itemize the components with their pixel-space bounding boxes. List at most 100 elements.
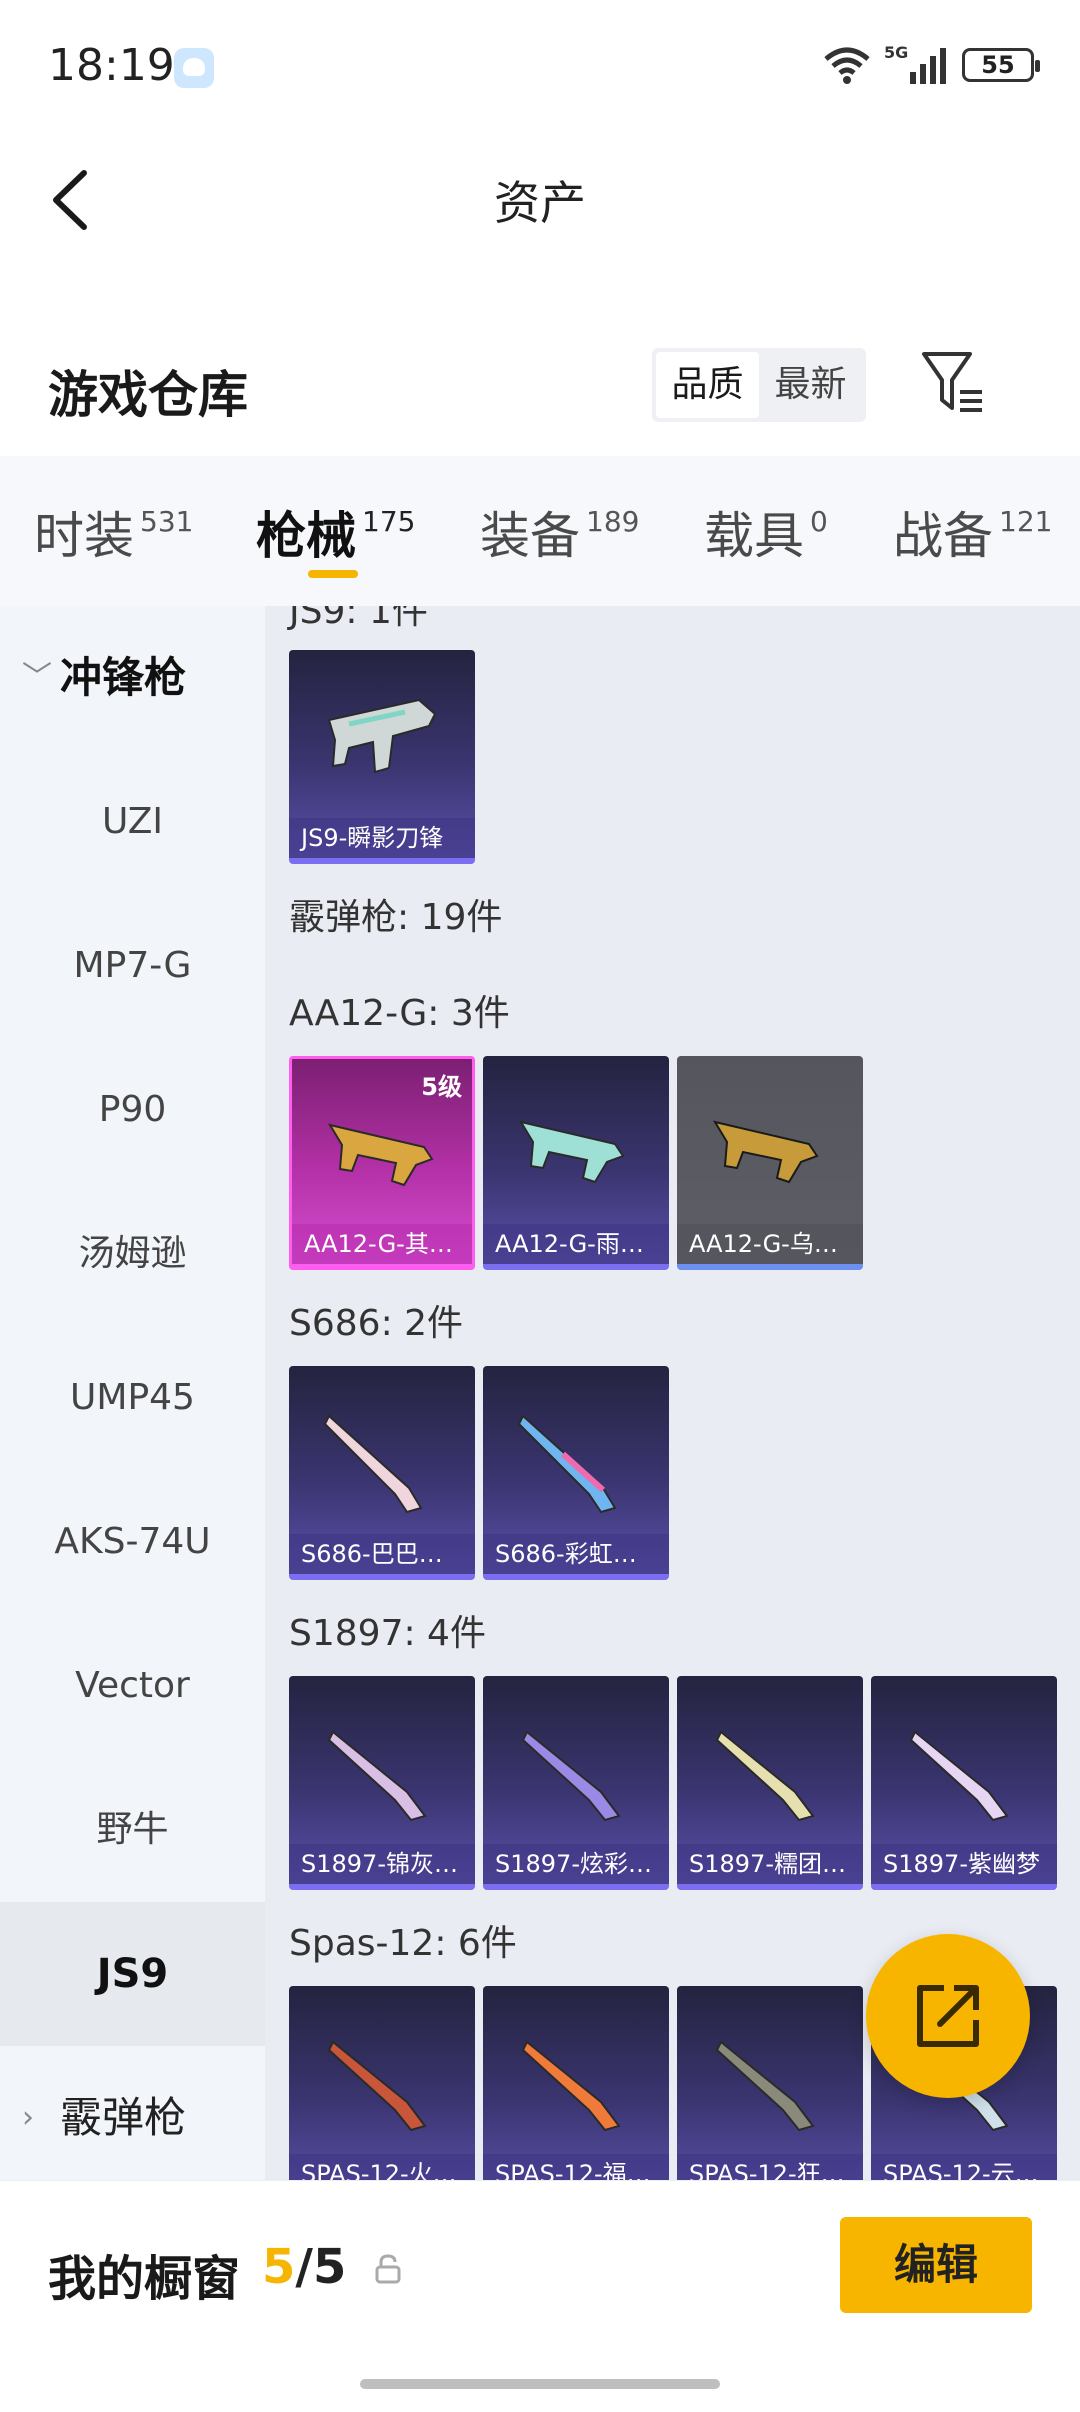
sidebar-item-uzi[interactable]: UZI [0, 750, 265, 894]
weapon-name: S1897-糯团… [677, 1844, 863, 1884]
weapon-name: JS9-瞬影刀锋 [289, 818, 475, 858]
weapon-card[interactable]: S686-彩虹符… [483, 1366, 669, 1580]
group-label-spas12: Spas-12: 6件 [289, 1923, 517, 1964]
shotgun-icon [327, 1730, 427, 1822]
showcase-bar: 我的橱窗 5/5 编辑 [0, 2180, 1080, 2412]
shotgun-icon [521, 1730, 621, 1822]
battery-indicator: 55 [962, 48, 1040, 82]
sidebar-category-label: 冲锋枪 [60, 653, 187, 702]
shotgun-icon [327, 2040, 427, 2132]
weapon-name: SPAS-12-云… [871, 2154, 1057, 2180]
sidebar-item-thompson[interactable]: 汤姆逊 [0, 1182, 265, 1326]
shotgun-icon [517, 1414, 617, 1514]
chevron-down-icon: ﹀ [22, 660, 52, 695]
tab-fashion[interactable]: 时装 531 [34, 496, 193, 568]
edit-button[interactable]: 编辑 [840, 2217, 1032, 2313]
group-label-js9: JS9: 1件 [289, 606, 428, 632]
weapon-card[interactable]: S1897-炫彩… [483, 1676, 669, 1890]
showcase-count: 5/5 [262, 2239, 346, 2295]
weapon-card[interactable]: SPAS-12-火… [289, 1986, 475, 2180]
tab-count: 121 [999, 505, 1053, 538]
sidebar-item-mp7g[interactable]: MP7-G [0, 894, 265, 1038]
warehouse-title: 游戏仓库 [48, 366, 248, 424]
showcase-current: 5 [262, 2239, 296, 2295]
app-notification-icon [174, 48, 214, 88]
weapon-name: S1897-锦灰… [289, 1844, 475, 1884]
status-time: 18:19 [48, 40, 175, 91]
page-title: 资产 [494, 176, 586, 230]
shotgun-icon [909, 1730, 1009, 1822]
showcase-label: 我的橱窗 [48, 2251, 241, 2307]
sidebar-category-smg[interactable]: ﹀ 冲锋枪 [0, 606, 265, 750]
tab-label: 装备 [480, 507, 580, 565]
sidebar-item-p90[interactable]: P90 [0, 1038, 265, 1182]
share-external-icon [917, 1985, 979, 2047]
group-label-s686: S686: 2件 [289, 1303, 464, 1344]
network-type-label: 5G [884, 44, 908, 62]
warehouse-header: 游戏仓库 品质 最新 [0, 330, 1080, 450]
group-label-aa12g: AA12-G: 3件 [289, 993, 510, 1034]
weapon-card[interactable]: S1897-锦灰… [289, 1676, 475, 1890]
tab-label: 载具 [704, 507, 804, 565]
shotgun-icon [715, 1730, 815, 1822]
weapon-card[interactable]: AA12-G-雨… [483, 1056, 669, 1270]
weapon-name: AA12-G-乌… [677, 1224, 863, 1264]
weapon-card[interactable]: JS9-瞬影刀锋 [289, 650, 475, 864]
smg-icon [327, 698, 437, 774]
category-tabs: 时装 531 枪械 175 装备 189 载具 0 战备 121 [0, 456, 1080, 606]
shotgun-section-label: 霰弹枪: 19件 [289, 897, 503, 938]
tab-firearms[interactable]: 枪械 175 [256, 496, 415, 568]
tab-tactical[interactable]: 战备 121 [893, 496, 1052, 568]
status-bar: 18:19 5G 55 [0, 0, 1080, 135]
weapon-name: SPAS-12-狂… [677, 2154, 863, 2180]
weapon-card[interactable]: AA12-G-乌… [677, 1056, 863, 1270]
filter-icon[interactable] [920, 348, 986, 418]
lock-icon [375, 2254, 401, 2284]
tab-label: 枪械 [256, 507, 356, 565]
shotgun-icon [518, 1120, 625, 1184]
weapon-name: SPAS-12-火… [289, 2154, 475, 2180]
group-label-s1897: S1897: 4件 [289, 1613, 486, 1654]
tab-label: 时装 [34, 507, 134, 565]
weapon-name: S686-巴巴如… [289, 1534, 475, 1574]
weapon-card[interactable]: SPAS-12-狂… [677, 1986, 863, 2180]
sidebar-item-vector[interactable]: Vector [0, 1614, 265, 1758]
signal-icon: 5G [884, 44, 946, 84]
showcase-total: /5 [295, 2239, 347, 2295]
weapon-card[interactable]: 5级 AA12-G-其… [289, 1056, 475, 1270]
sort-newest-button[interactable]: 最新 [759, 352, 862, 418]
weapon-name: AA12-G-雨… [483, 1224, 669, 1264]
shotgun-icon [715, 2040, 815, 2132]
status-icons: 5G 55 [822, 44, 1040, 86]
sidebar-item-aks74u[interactable]: AKS-74U [0, 1470, 265, 1614]
tab-count: 189 [586, 505, 640, 538]
sidebar-category-shotgun[interactable]: › 霰弹枪 [0, 2046, 265, 2180]
weapon-name: S686-彩虹符… [483, 1534, 669, 1574]
weapon-name: S1897-紫幽梦 [871, 1844, 1057, 1884]
tab-vehicles[interactable]: 载具 0 [704, 496, 828, 568]
weapon-card[interactable]: S1897-紫幽梦 [871, 1676, 1057, 1890]
weapon-name: AA12-G-其… [292, 1224, 472, 1264]
shotgun-icon [327, 1123, 434, 1187]
sidebar-item-js9[interactable]: JS9 [0, 1902, 265, 2046]
wifi-icon [824, 47, 870, 84]
chevron-right-icon: › [22, 2100, 34, 2135]
weapon-type-sidebar: ﹀ 冲锋枪 UZI MP7-G P90 汤姆逊 UMP45 AKS-74U Ve… [0, 606, 265, 2180]
sort-toggle: 品质 最新 [652, 348, 866, 422]
shotgun-icon [521, 2040, 621, 2132]
share-float-button[interactable] [866, 1934, 1030, 2098]
tab-count: 0 [810, 505, 828, 538]
weapon-card[interactable]: S1897-糯团… [677, 1676, 863, 1890]
sidebar-item-bizon[interactable]: 野牛 [0, 1758, 265, 1902]
shotgun-icon [323, 1414, 423, 1514]
tab-count: 531 [140, 505, 194, 538]
sidebar-item-ump45[interactable]: UMP45 [0, 1326, 265, 1470]
tab-equipment[interactable]: 装备 189 [480, 496, 639, 568]
weapon-card[interactable]: SPAS-12-福… [483, 1986, 669, 2180]
active-tab-indicator [308, 570, 358, 578]
app-header: 资产 [0, 135, 1080, 265]
home-indicator[interactable] [360, 2379, 720, 2389]
tab-count: 175 [362, 505, 416, 538]
sort-quality-button[interactable]: 品质 [656, 352, 759, 418]
weapon-card[interactable]: S686-巴巴如… [289, 1366, 475, 1580]
